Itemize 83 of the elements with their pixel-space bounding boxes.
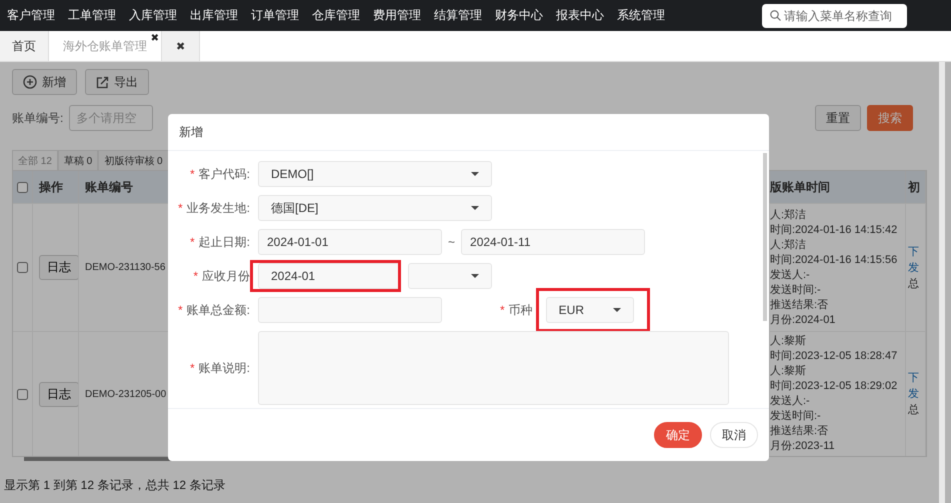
table-cell-text: 发送时间:-	[770, 409, 822, 424]
table-cell-text: 人:黎斯	[770, 334, 808, 349]
menu-item[interactable]: 入库管理	[129, 7, 177, 24]
caret-icon	[471, 172, 479, 176]
column-header: 初	[906, 171, 926, 203]
table-link[interactable]: 下	[908, 370, 919, 386]
field-label: * 账单说明:	[188, 360, 251, 376]
table-cell-text: 总	[908, 276, 919, 292]
select-field[interactable]: DEMO[]	[258, 161, 492, 187]
month-field[interactable]: 2024-01	[258, 263, 400, 289]
search-icon	[770, 10, 781, 21]
table-cell-text: 发送人:-	[770, 268, 811, 282]
plus-circle-icon	[23, 75, 37, 89]
confirm-button[interactable]: 确定	[654, 422, 702, 448]
menu-item[interactable]: 仓库管理	[312, 7, 360, 24]
field-label: * 应收月份	[192, 268, 251, 284]
menu-item[interactable]: 结算管理	[434, 7, 482, 24]
row-checkbox[interactable]	[17, 262, 28, 273]
caret-icon	[471, 274, 479, 278]
menu-item[interactable]: 工单管理	[68, 7, 116, 24]
date-field[interactable]: 2024-01-11	[461, 229, 646, 255]
caret-icon	[612, 308, 621, 312]
range-separator: ~	[448, 235, 456, 249]
status-tab[interactable]: 草稿 0	[58, 150, 98, 170]
row-checkbox[interactable]	[17, 388, 28, 400]
menu-item[interactable]: 出库管理	[190, 7, 238, 24]
menu-item[interactable]: 订单管理	[251, 7, 299, 24]
caret-icon	[471, 206, 479, 210]
toolbar-button[interactable]: 导出	[85, 69, 149, 95]
dialog-title: 新增	[168, 114, 769, 151]
table-cell-text: 推送结果:否	[770, 424, 830, 439]
menu-item[interactable]: 费用管理	[373, 7, 421, 24]
log-button[interactable]: 日志	[39, 382, 78, 406]
menu-item[interactable]: 客户管理	[7, 7, 55, 24]
table-cell: 时间:2023-12-05 18:29:02	[770, 379, 898, 394]
table-cell-text: 人:黎斯	[770, 364, 808, 379]
column-header: 操作	[33, 171, 79, 203]
field-label: * 客户代码:	[188, 166, 251, 182]
table-cell: DEMO-231130-56	[85, 262, 166, 273]
search-field[interactable]: 请输入菜单名称查询	[762, 4, 907, 28]
select-field[interactable]	[408, 263, 492, 289]
table-cell-text: 月份:2023-11	[770, 439, 836, 454]
amount-field[interactable]	[258, 297, 442, 323]
field-label: * 起止日期:	[188, 234, 251, 250]
menu-item[interactable]: 报表中心	[556, 7, 604, 24]
table-link[interactable]: 发	[908, 386, 919, 402]
toolbar-button[interactable]: 新增	[12, 69, 77, 95]
select-field[interactable]: 德国[DE]	[258, 195, 492, 221]
page-tab[interactable]: 首页	[0, 31, 49, 61]
status-tab[interactable]: 初版待审核 0	[98, 150, 169, 170]
table-link[interactable]: 发	[908, 260, 919, 276]
column-header: 版账单时间	[770, 171, 906, 203]
textarea-field[interactable]	[258, 331, 729, 405]
field-label: * 账单总金额:	[176, 302, 251, 318]
currency-select[interactable]: EUR	[546, 297, 634, 323]
table-cell: DEMO-231205-00	[85, 388, 166, 400]
table-cell-text: 总	[908, 403, 919, 418]
column-header: 账单编号	[79, 171, 169, 203]
pagination-info: 显示第 1 到第 12 条记录，总共 12 条记录	[4, 477, 226, 494]
field-label: * 币种	[500, 302, 533, 318]
close-icon[interactable]: ✖	[150, 33, 159, 44]
export-icon	[96, 76, 109, 88]
field-label: * 业务发生地:	[176, 200, 251, 216]
table-cell-text: 人:郑洁	[770, 238, 808, 252]
table-cell-text: 月份:2024-01	[770, 312, 836, 328]
table-cell: 时间:2024-01-16 14:15:42	[770, 222, 898, 238]
menu-item[interactable]: 系统管理	[617, 7, 665, 24]
table-cell-text: 发送人:-	[770, 394, 811, 409]
table-cell-text: 发送时间:-	[770, 282, 822, 298]
table-cell: 时间:2024-01-16 14:15:56	[770, 252, 898, 268]
select-all-checkbox[interactable]	[17, 182, 28, 192]
cancel-button[interactable]: 取消	[710, 422, 758, 448]
table-cell-text: 推送结果:否	[770, 298, 830, 312]
bill-number-field[interactable]: 多个请用空	[69, 105, 154, 131]
reset-button[interactable]: 重置	[815, 105, 861, 131]
date-field[interactable]: 2024-01-01	[258, 229, 442, 255]
filter-label: 账单编号:	[12, 110, 64, 126]
log-button[interactable]: 日志	[39, 255, 78, 280]
table-cell: 时间:2023-12-05 18:28:47	[770, 349, 898, 364]
close-all-tab[interactable]: ✖	[162, 31, 200, 61]
table-link[interactable]: 下	[908, 244, 919, 260]
menu-item[interactable]: 财务中心	[495, 7, 543, 24]
table-cell-text: 人:郑洁	[770, 208, 808, 222]
